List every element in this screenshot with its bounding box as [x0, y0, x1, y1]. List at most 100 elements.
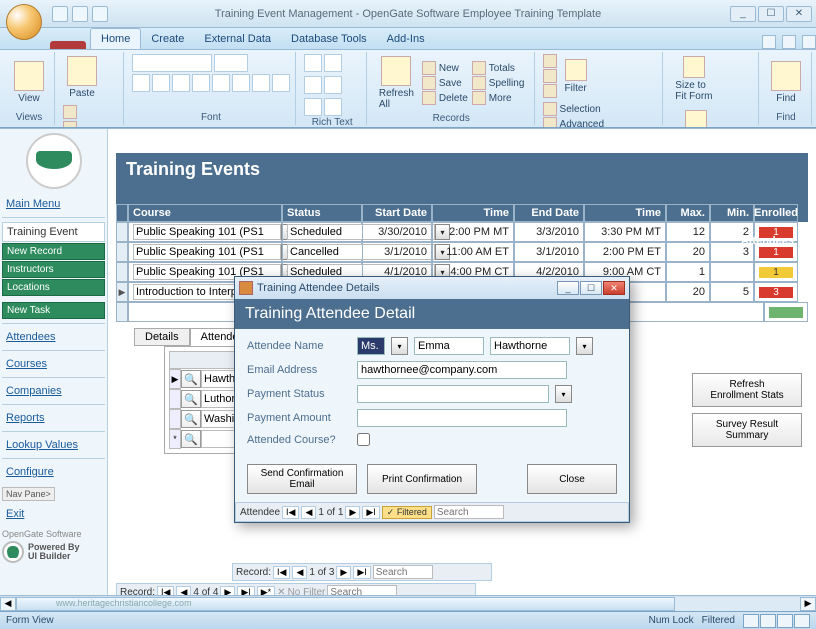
- subgrid-lookup-button[interactable]: 🔍: [181, 370, 201, 388]
- size-to-fit-button[interactable]: Size to Fit Form: [671, 54, 716, 104]
- nav-companies[interactable]: Companies: [2, 382, 105, 400]
- nav-pane-toggle[interactable]: Nav Pane>: [2, 487, 55, 501]
- inner-next-button[interactable]: ▶: [336, 566, 351, 579]
- firstname-field[interactable]: [414, 337, 484, 355]
- endtime-cell[interactable]: 3:30 PM MT: [584, 222, 666, 242]
- ribbon-tab-externaldata[interactable]: External Data: [194, 29, 281, 49]
- save-record-button[interactable]: Save: [422, 76, 468, 90]
- dlg-next-button[interactable]: ▶: [345, 506, 360, 519]
- spelling-button[interactable]: Spelling: [472, 76, 525, 90]
- dialog-titlebar[interactable]: Training Attendee Details _ ☐ ✕: [235, 277, 629, 299]
- horizontal-scrollbar[interactable]: ◀ www.heritagechristiancollege.com ▶: [0, 595, 816, 611]
- attended-checkbox[interactable]: [357, 433, 370, 446]
- hscroll-right-button[interactable]: ▶: [800, 597, 816, 611]
- form-view-button[interactable]: [743, 614, 759, 628]
- bold-button[interactable]: [132, 74, 150, 92]
- selection-button[interactable]: Selection: [543, 102, 614, 116]
- lastname-field[interactable]: [490, 337, 570, 355]
- dlg-filtered-tag[interactable]: ✓ Filtered: [382, 506, 432, 519]
- font-combo[interactable]: [132, 54, 212, 72]
- enddate-cell[interactable]: 3/3/2010: [514, 222, 584, 242]
- delete-record-button[interactable]: Delete: [422, 91, 468, 105]
- max-cell[interactable]: 20: [666, 242, 710, 262]
- align-left-button[interactable]: [192, 74, 210, 92]
- new-record-button[interactable]: New: [422, 61, 468, 75]
- subgrid-new-selector[interactable]: *: [169, 429, 181, 449]
- refresh-enrollment-button[interactable]: Refresh Enrollment Stats: [692, 373, 802, 407]
- title-dropdown[interactable]: ▾: [391, 337, 408, 355]
- office-orb-button[interactable]: [6, 4, 42, 40]
- hscroll-left-button[interactable]: ◀: [0, 597, 16, 611]
- subgrid-lookup-button[interactable]: 🔍: [181, 390, 201, 408]
- size-combo[interactable]: [214, 54, 248, 72]
- dlg-prev-button[interactable]: ◀: [301, 506, 316, 519]
- refresh-all-button[interactable]: Refresh All: [375, 54, 418, 112]
- startdate-cell[interactable]: 3/1/2010: [362, 242, 432, 262]
- col-enddate[interactable]: End Date: [514, 204, 584, 222]
- nav-training-event[interactable]: Training Event: [2, 222, 105, 242]
- inner-prev-button[interactable]: ◀: [292, 566, 307, 579]
- indent-inc-button[interactable]: [324, 76, 342, 94]
- ribbon-tab-create[interactable]: Create: [141, 29, 194, 49]
- align-center-button[interactable]: [212, 74, 230, 92]
- switch-windows-button[interactable]: Switch Windows: [671, 108, 720, 128]
- advanced-button[interactable]: Advanced: [543, 117, 614, 128]
- paystatus-dropdown[interactable]: ▾: [555, 385, 572, 403]
- copy-button[interactable]: [63, 121, 77, 128]
- row-selector[interactable]: [116, 262, 128, 282]
- min-cell[interactable]: 5: [710, 282, 754, 302]
- totals-button[interactable]: Totals: [472, 61, 525, 75]
- subgrid-lookup-button[interactable]: 🔍: [181, 410, 201, 428]
- fillcolor-button[interactable]: [272, 74, 290, 92]
- subgrid-new-lookup[interactable]: 🔍: [181, 430, 201, 448]
- subgrid-selector[interactable]: ▶: [169, 369, 181, 389]
- layout-view-button[interactable]: [777, 614, 793, 628]
- dialog-close-button[interactable]: ✕: [603, 281, 625, 295]
- hscroll-track[interactable]: www.heritagechristiancollege.com: [16, 597, 800, 611]
- dialog-minimize-button[interactable]: _: [557, 281, 579, 295]
- dialog-maximize-button[interactable]: ☐: [580, 281, 602, 295]
- ribbon-close-icon[interactable]: [802, 35, 816, 49]
- table-row[interactable]: ▾▾3/30/20102:00 PM MT3/3/20103:30 PM MT1…: [116, 222, 808, 242]
- clear-sort-button[interactable]: [543, 84, 557, 98]
- col-max[interactable]: Max.: [666, 204, 710, 222]
- course-field[interactable]: [133, 244, 281, 260]
- dialog-close-action-button[interactable]: Close: [527, 464, 617, 494]
- col-endtime[interactable]: Time: [584, 204, 666, 222]
- ribbon-tab-addins[interactable]: Add-Ins: [377, 29, 435, 49]
- startdate-cell[interactable]: 3/30/2010: [362, 222, 432, 242]
- sort-asc-button[interactable]: [543, 54, 557, 68]
- italic-button[interactable]: [152, 74, 170, 92]
- col-startdate[interactable]: Start Date: [362, 204, 432, 222]
- indent-dec-button[interactable]: [304, 76, 322, 94]
- payamount-field[interactable]: [357, 409, 567, 427]
- nav-main-menu[interactable]: Main Menu: [2, 195, 105, 213]
- underline-button[interactable]: [172, 74, 190, 92]
- starttime-cell[interactable]: 11:00 AM ET: [432, 242, 514, 262]
- bullets-button[interactable]: [304, 54, 322, 72]
- print-confirmation-button[interactable]: Print Confirmation: [367, 464, 477, 494]
- nav-instructors[interactable]: Instructors: [2, 261, 105, 278]
- dlg-search-input[interactable]: [434, 505, 504, 519]
- nav-locations[interactable]: Locations: [2, 279, 105, 296]
- title-field[interactable]: [357, 337, 385, 355]
- ribbon-help-icon[interactable]: [762, 35, 776, 49]
- align-right-button[interactable]: [232, 74, 250, 92]
- max-cell[interactable]: 1: [666, 262, 710, 282]
- rtl-button[interactable]: [324, 98, 342, 116]
- nav-reports[interactable]: Reports: [2, 409, 105, 427]
- row-selector[interactable]: [116, 242, 128, 262]
- name-dropdown[interactable]: ▾: [576, 337, 593, 355]
- max-cell[interactable]: 20: [666, 282, 710, 302]
- send-confirmation-button[interactable]: Send Confirmation Email: [247, 464, 357, 494]
- dlg-last-button[interactable]: ▶I: [362, 506, 379, 519]
- table-row[interactable]: ▾▾3/1/201011:00 AM ET3/1/20102:00 PM ET2…: [116, 242, 808, 262]
- ltr-button[interactable]: [304, 98, 322, 116]
- design-view-button[interactable]: [794, 614, 810, 628]
- subgrid-selector[interactable]: [169, 389, 181, 409]
- inner-last-button[interactable]: ▶I: [353, 566, 370, 579]
- nav-attendees[interactable]: Attendees: [2, 328, 105, 346]
- cut-button[interactable]: [63, 105, 77, 119]
- subgrid-selector[interactable]: [169, 409, 181, 429]
- nav-new-task[interactable]: New Task: [2, 302, 105, 319]
